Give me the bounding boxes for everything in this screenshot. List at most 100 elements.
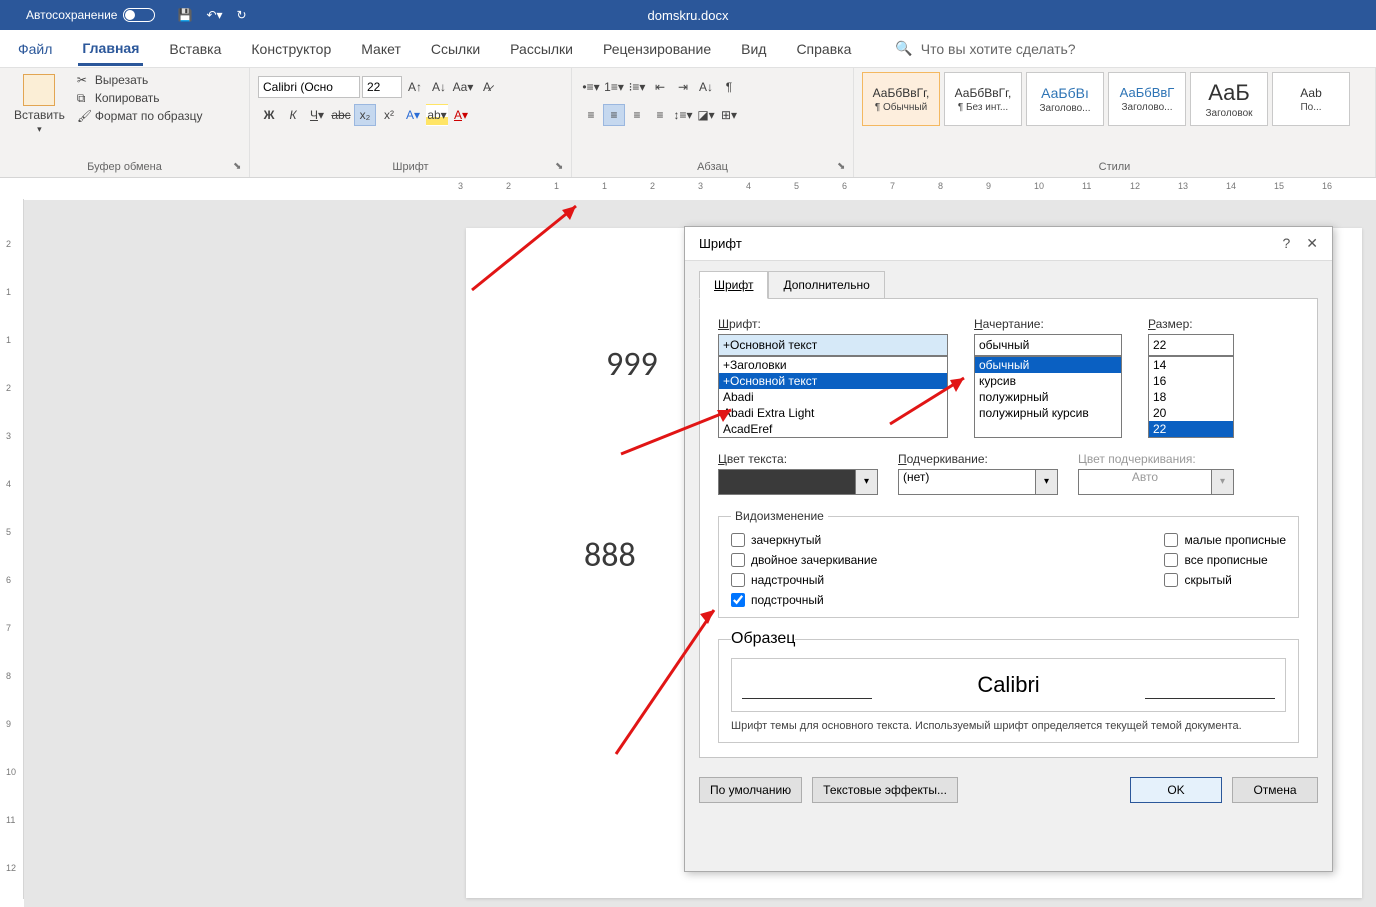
font-name-select[interactable] bbox=[258, 76, 360, 98]
font-launcher-icon[interactable]: ⬊ bbox=[555, 161, 567, 173]
style-item[interactable]: АаБбВвГг,¶ Обычный bbox=[862, 72, 940, 126]
ruler-horizontal[interactable]: 32112345678910111213141516 bbox=[0, 178, 1376, 202]
multilevel-icon[interactable]: ⁝≡▾ bbox=[626, 76, 648, 98]
cut-button[interactable]: ✂Вырезать bbox=[75, 72, 205, 88]
font-color-button[interactable]: A▾ bbox=[450, 104, 472, 126]
tab-references[interactable]: Ссылки bbox=[427, 33, 484, 64]
list-option[interactable]: 22 bbox=[1149, 421, 1233, 437]
save-icon[interactable]: 💾 bbox=[177, 8, 192, 22]
style-item[interactable]: АаБбВвГЗаголово... bbox=[1108, 72, 1186, 126]
chk-dblstrike[interactable]: двойное зачеркивание bbox=[731, 553, 877, 567]
chk-sub[interactable]: подстрочный bbox=[731, 593, 877, 607]
sort-icon[interactable]: A↓ bbox=[695, 76, 717, 98]
bullets-icon[interactable]: •≡▾ bbox=[580, 76, 602, 98]
text-effects-button[interactable]: Текстовые эффекты... bbox=[812, 777, 958, 803]
text-effects-button[interactable]: A▾ bbox=[402, 104, 424, 126]
font-size-select[interactable] bbox=[362, 76, 402, 98]
chk-super[interactable]: надстрочный bbox=[731, 573, 877, 587]
size-listbox[interactable]: 1416182022 bbox=[1148, 356, 1234, 438]
redo-icon[interactable]: ↻ bbox=[237, 8, 247, 22]
tab-insert[interactable]: Вставка bbox=[165, 33, 225, 64]
style-item[interactable]: АаБбВвГг,¶ Без инт... bbox=[944, 72, 1022, 126]
list-option[interactable]: +Основной текст bbox=[719, 373, 947, 389]
font-listbox[interactable]: +Заголовки+Основной текстAbadiAbadi Extr… bbox=[718, 356, 948, 438]
style-input[interactable] bbox=[974, 334, 1122, 356]
grow-font-icon[interactable]: A↑ bbox=[404, 76, 426, 98]
list-option[interactable]: AcadEref bbox=[719, 421, 947, 437]
size-input[interactable] bbox=[1148, 334, 1234, 356]
highlight-button[interactable]: ab▾ bbox=[426, 104, 448, 126]
font-color-combo[interactable]: ▾ bbox=[718, 469, 878, 495]
justify-icon[interactable]: ≡ bbox=[649, 104, 671, 126]
tab-mailings[interactable]: Рассылки bbox=[506, 33, 577, 64]
bold-button[interactable]: Ж bbox=[258, 104, 280, 126]
chk-allcaps[interactable]: все прописные bbox=[1164, 553, 1286, 567]
list-option[interactable]: 16 bbox=[1149, 373, 1233, 389]
style-item[interactable]: АаБЗаголовок bbox=[1190, 72, 1268, 126]
list-option[interactable]: Abadi Extra Light bbox=[719, 405, 947, 421]
chk-sub-label: подстрочный bbox=[751, 593, 824, 607]
tab-help[interactable]: Справка bbox=[792, 33, 855, 64]
shading-icon[interactable]: ◪▾ bbox=[695, 104, 717, 126]
format-painter-button[interactable]: 🖌Формат по образцу bbox=[75, 108, 205, 124]
tell-me-search[interactable]: 🔍 Что вы хотите сделать? bbox=[895, 40, 1075, 57]
texteffects-label: Текстовые эффекты... bbox=[823, 783, 947, 797]
shrink-font-icon[interactable]: A↓ bbox=[428, 76, 450, 98]
list-option[interactable]: курсив bbox=[975, 373, 1121, 389]
ok-button[interactable]: OK bbox=[1130, 777, 1222, 803]
tab-design[interactable]: Конструктор bbox=[247, 33, 335, 64]
list-option[interactable]: Abadi bbox=[719, 389, 947, 405]
list-option[interactable]: +Заголовки bbox=[719, 357, 947, 373]
indent-icon[interactable]: ⇥ bbox=[672, 76, 694, 98]
chk-hidden[interactable]: скрытый bbox=[1164, 573, 1286, 587]
chk-smallcaps[interactable]: малые прописные bbox=[1164, 533, 1286, 547]
show-marks-icon[interactable]: ¶ bbox=[718, 76, 740, 98]
underline-button[interactable]: Ч▾ bbox=[306, 104, 328, 126]
dialog-tab-font[interactable]: Шрифт bbox=[699, 271, 768, 299]
strike-button[interactable]: abc bbox=[330, 104, 352, 126]
font-dialog: Шрифт ? ✕ Шрифт Дополнительно Шрифт: +За… bbox=[684, 226, 1333, 872]
line-spacing-icon[interactable]: ↕≡▾ bbox=[672, 104, 694, 126]
align-left-icon[interactable]: ≡ bbox=[580, 104, 602, 126]
align-center-icon[interactable]: ≡ bbox=[603, 104, 625, 126]
borders-icon[interactable]: ⊞▾ bbox=[718, 104, 740, 126]
style-item[interactable]: АаБбВıЗаголово... bbox=[1026, 72, 1104, 126]
list-option[interactable]: полужирный bbox=[975, 389, 1121, 405]
subscript-button[interactable]: x₂ bbox=[354, 104, 376, 126]
close-icon[interactable]: ✕ bbox=[1306, 235, 1318, 252]
superscript-button[interactable]: x² bbox=[378, 104, 400, 126]
help-icon[interactable]: ? bbox=[1282, 235, 1290, 252]
tab-layout[interactable]: Макет bbox=[357, 33, 405, 64]
autosave-toggle[interactable]: Автосохранение bbox=[18, 8, 163, 22]
dialog-tab-advanced[interactable]: Дополнительно bbox=[768, 271, 884, 299]
style-item[interactable]: АаbПо... bbox=[1272, 72, 1350, 126]
underline-combo[interactable]: (нет)▾ bbox=[898, 469, 1058, 495]
list-option[interactable]: 14 bbox=[1149, 357, 1233, 373]
paragraph-launcher-icon[interactable]: ⬊ bbox=[837, 161, 849, 173]
cancel-button[interactable]: Отмена bbox=[1232, 777, 1318, 803]
outdent-icon[interactable]: ⇤ bbox=[649, 76, 671, 98]
style-listbox[interactable]: обычныйкурсивполужирныйполужирный курсив bbox=[974, 356, 1122, 438]
font-input[interactable] bbox=[718, 334, 948, 356]
chk-strike[interactable]: зачеркнутый bbox=[731, 533, 877, 547]
change-case-icon[interactable]: Aa▾ bbox=[452, 76, 474, 98]
paste-button[interactable]: Вставить ▾ bbox=[8, 72, 71, 161]
ruler-vertical[interactable]: 21123456789101112 bbox=[0, 199, 24, 899]
list-option[interactable]: обычный bbox=[975, 357, 1121, 373]
tab-review[interactable]: Рецензирование bbox=[599, 33, 715, 64]
list-option[interactable]: полужирный курсив bbox=[975, 405, 1121, 421]
list-option[interactable]: 18 bbox=[1149, 389, 1233, 405]
chevron-down-icon: ▾ bbox=[856, 469, 878, 495]
italic-button[interactable]: К bbox=[282, 104, 304, 126]
clear-format-icon[interactable]: A̷ bbox=[476, 76, 498, 98]
align-right-icon[interactable]: ≡ bbox=[626, 104, 648, 126]
tab-home[interactable]: Главная bbox=[78, 32, 143, 66]
numbering-icon[interactable]: 1≡▾ bbox=[603, 76, 625, 98]
copy-button[interactable]: ⧉Копировать bbox=[75, 90, 205, 106]
tab-view[interactable]: Вид bbox=[737, 33, 770, 64]
list-option[interactable]: 20 bbox=[1149, 405, 1233, 421]
clipboard-launcher-icon[interactable]: ⬊ bbox=[233, 161, 245, 173]
default-button[interactable]: По умолчанию bbox=[699, 777, 802, 803]
tab-file[interactable]: Файл bbox=[14, 33, 56, 64]
undo-icon[interactable]: ↶▾ bbox=[206, 8, 222, 22]
